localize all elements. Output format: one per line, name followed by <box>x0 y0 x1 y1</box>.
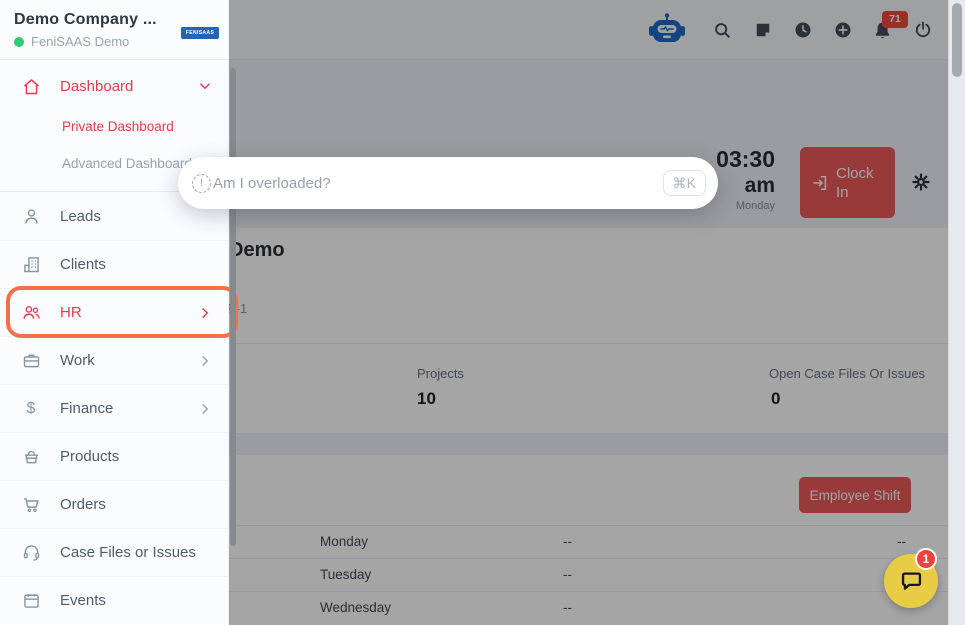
app-window: 71 03:30 am Monday Clock In Demo P-1 Pro… <box>0 0 965 625</box>
sidebar-item-label: Orders <box>60 496 106 513</box>
workspace-name: FeniSAAS Demo <box>31 34 130 49</box>
cart-icon <box>20 494 42 516</box>
person-icon <box>20 205 42 227</box>
chevron-right-icon <box>196 304 214 322</box>
sidebar-item-label: Work <box>60 352 95 369</box>
sidebar-item-label: Finance <box>60 400 114 417</box>
sidebar-item-case-files[interactable]: Case Files or Issues <box>0 528 228 576</box>
sidebar-item-label: Clients <box>60 256 106 273</box>
page-scrollbar <box>948 0 965 625</box>
sidebar-item-events[interactable]: Events <box>0 576 228 624</box>
sidebar-item-private-dashboard[interactable]: Private Dashboard <box>0 108 228 144</box>
sidebar-item-label: Events <box>60 592 106 609</box>
sidebar-scrollbar-thumb[interactable] <box>230 68 236 546</box>
basket-icon <box>20 446 42 468</box>
building-icon <box>20 254 42 276</box>
dollar-icon: $ <box>26 399 36 417</box>
headset-icon <box>20 542 42 564</box>
keyboard-shortcut-hint: ⌘K <box>662 170 706 196</box>
chevron-down-icon <box>196 77 214 95</box>
chevron-right-icon <box>196 400 214 418</box>
chat-unread-badge: 1 <box>915 548 937 570</box>
sidebar-item-label: Products <box>60 448 120 465</box>
sidebar-item-hr[interactable]: HR <box>0 288 228 336</box>
sidebar-item-label: Dashboard <box>60 77 134 95</box>
sidebar-item-finance[interactable]: $ Finance <box>0 384 228 432</box>
sidebar-item-products[interactable]: Products <box>0 432 228 480</box>
people-icon <box>20 302 42 324</box>
sidebar-item-work[interactable]: Work <box>0 336 228 384</box>
info-icon: ! <box>192 173 211 193</box>
sidebar-item-label: HR <box>60 304 82 321</box>
page-scrollbar-thumb[interactable] <box>952 3 962 77</box>
sidebar-nav: Dashboard Private Dashboard Advanced Das… <box>0 60 228 624</box>
global-search-input[interactable]: ! Am I overloaded? ⌘K <box>178 157 718 209</box>
chevron-right-icon <box>196 352 214 370</box>
sidebar-item-label: Leads <box>60 207 101 225</box>
calendar-icon <box>20 590 42 612</box>
sidebar-drawer: Demo Company ... FeniSAAS Demo FENISAAS … <box>0 0 229 625</box>
sidebar-item-clients[interactable]: Clients <box>0 240 228 288</box>
sidebar-item-label: Case Files or Issues <box>60 544 196 561</box>
home-icon <box>20 75 42 97</box>
briefcase-icon <box>20 350 42 372</box>
sidebar-item-dashboard[interactable]: Dashboard <box>0 64 228 108</box>
sidebar-item-orders[interactable]: Orders <box>0 480 228 528</box>
search-placeholder: Am I overloaded? <box>213 174 331 192</box>
online-status-dot <box>14 36 24 47</box>
company-switcher[interactable]: Demo Company ... FeniSAAS Demo FENISAAS <box>0 0 228 60</box>
fenisaas-logo: FENISAAS <box>181 27 219 39</box>
chat-bubble-icon <box>898 568 925 595</box>
